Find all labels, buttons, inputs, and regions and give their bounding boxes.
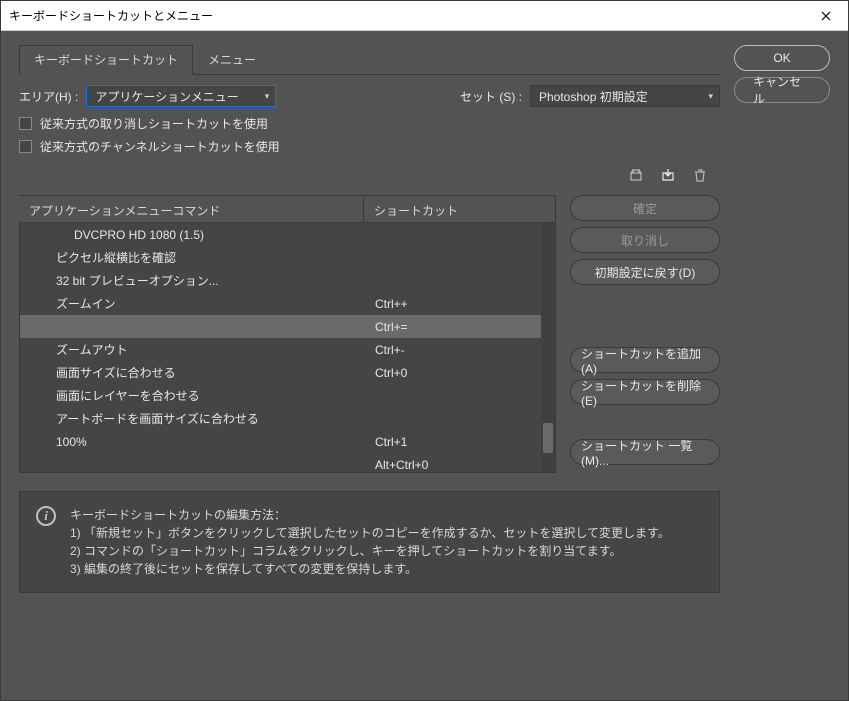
cell-command: 32 bit プレビューオプション... (20, 272, 365, 289)
table-row[interactable]: 32 bit プレビューオプション... (20, 269, 555, 292)
legacy-channel-label: 従来方式のチャンネルショートカットを使用 (40, 138, 280, 155)
cell-command: 画面サイズに合わせる (20, 364, 365, 381)
side-column: OK キャンセル (734, 45, 830, 686)
help-line-3: 3) 編集の終了後にセットを保存してすべての変更を保持します。 (70, 560, 670, 578)
cell-shortcut: Ctrl+- (365, 343, 555, 357)
table-row[interactable]: Alt+Ctrl+0 (20, 453, 555, 473)
cell-shortcut: Ctrl+= (365, 320, 555, 334)
add-shortcut-button[interactable]: ショートカットを追加(A) (570, 347, 720, 373)
help-title: キーボードショートカットの編集方法： (70, 506, 670, 524)
table-header: アプリケーションメニューコマンド ショートカット (19, 195, 556, 223)
cell-shortcut: Ctrl+0 (365, 366, 555, 380)
table-row[interactable]: 画面にレイヤーを合わせる (20, 384, 555, 407)
window-title: キーボードショートカットとメニュー (9, 7, 213, 24)
area-select-value: アプリケーションメニュー (95, 88, 238, 105)
table-row[interactable]: ズームインCtrl++ (20, 292, 555, 315)
confirm-button[interactable]: 確定 (570, 195, 720, 221)
scrollbar-thumb[interactable] (543, 423, 553, 453)
undo-button[interactable]: 取り消し (570, 227, 720, 253)
tab-shortcuts[interactable]: キーボードショートカット (19, 45, 193, 75)
set-label: セット (S) : (460, 88, 522, 105)
dialog-window: キーボードショートカットとメニュー キーボードショートカット メニュー エリア(… (0, 0, 849, 701)
help-text: キーボードショートカットの編集方法： 1) 「新規セット」ボタンをクリックして選… (70, 506, 670, 578)
trash-icon (692, 167, 708, 183)
cell-command: 100% (20, 435, 365, 449)
main-column: キーボードショートカット メニュー エリア(H) : アプリケーションメニュー … (19, 45, 720, 686)
help-panel: i キーボードショートカットの編集方法： 1) 「新規セット」ボタンをクリックし… (19, 491, 720, 593)
info-icon: i (36, 506, 56, 526)
cell-command: ズームアウト (20, 341, 365, 358)
area-select[interactable]: アプリケーションメニュー ▾ (86, 85, 276, 107)
new-set-button[interactable] (626, 165, 646, 185)
help-line-1: 1) 「新規セット」ボタンをクリックして選択したセットのコピーを作成するか、セッ… (70, 524, 670, 542)
table-row[interactable]: アートボードを画面サイズに合わせる (20, 407, 555, 430)
tabs: キーボードショートカット メニュー (19, 45, 720, 75)
reset-button[interactable]: 初期設定に戻す(D) (570, 259, 720, 285)
cell-shortcut: Alt+Ctrl+0 (365, 458, 555, 472)
ok-button[interactable]: OK (734, 45, 830, 71)
table-row[interactable]: 100%Ctrl+1 (20, 430, 555, 453)
help-line-2: 2) コマンドの「ショートカット」コラムをクリックし、キーを押してショートカット… (70, 542, 670, 560)
chevron-down-icon: ▾ (708, 91, 713, 102)
table-row[interactable]: ズームアウトCtrl+- (20, 338, 555, 361)
close-icon (821, 11, 831, 21)
table-body[interactable]: DVCPRO HD 1080 (1.5) ピクセル縦横比を確認 32 bit プレビ… (19, 223, 556, 473)
titlebar: キーボードショートカットとメニュー (1, 1, 848, 31)
table-row[interactable]: ピクセル縦横比を確認 (20, 246, 555, 269)
col-command: アプリケーションメニューコマンド (19, 196, 364, 222)
top-controls: エリア(H) : アプリケーションメニュー ▾ セット (S) : Photos… (19, 85, 720, 161)
col-shortcut: ショートカット (364, 196, 556, 222)
save-set-button[interactable] (658, 165, 678, 185)
save-as-icon (628, 167, 644, 183)
chevron-down-icon: ▾ (265, 91, 270, 102)
action-buttons: 確定 取り消し 初期設定に戻す(D) ショートカットを追加(A) ショートカット… (570, 195, 720, 473)
dialog-content: キーボードショートカット メニュー エリア(H) : アプリケーションメニュー … (1, 31, 848, 700)
set-select-value: Photoshop 初期設定 (539, 88, 648, 105)
save-icon (660, 167, 676, 183)
table-row[interactable]: Ctrl+= (20, 315, 555, 338)
cell-command: アートボードを画面サイズに合わせる (20, 410, 365, 427)
cell-command: DVCPRO HD 1080 (1.5) (20, 228, 365, 242)
cell-shortcut: Ctrl++ (365, 297, 555, 311)
cell-command: 画面にレイヤーを合わせる (20, 387, 365, 404)
tab-menus[interactable]: メニュー (193, 45, 271, 74)
set-select[interactable]: Photoshop 初期設定 ▾ (530, 85, 720, 107)
set-toolbar (19, 165, 710, 185)
legacy-channel-checkbox[interactable] (19, 140, 32, 153)
close-button[interactable] (804, 1, 848, 31)
delete-shortcut-button[interactable]: ショートカットを削除(E) (570, 379, 720, 405)
table-row[interactable]: 画面サイズに合わせるCtrl+0 (20, 361, 555, 384)
cell-command: ピクセル縦横比を確認 (20, 249, 365, 266)
area-label: エリア(H) : (19, 88, 78, 105)
legacy-undo-label: 従来方式の取り消しショートカットを使用 (40, 115, 268, 132)
scrollbar-track[interactable] (541, 223, 555, 472)
table-row[interactable]: DVCPRO HD 1080 (1.5) (20, 223, 555, 246)
cell-shortcut: Ctrl+1 (365, 435, 555, 449)
delete-set-button[interactable] (690, 165, 710, 185)
summary-button[interactable]: ショートカット 一覧(M)... (570, 439, 720, 465)
cancel-button[interactable]: キャンセル (734, 77, 830, 103)
legacy-undo-checkbox[interactable] (19, 117, 32, 130)
cell-command: ズームイン (20, 295, 365, 312)
